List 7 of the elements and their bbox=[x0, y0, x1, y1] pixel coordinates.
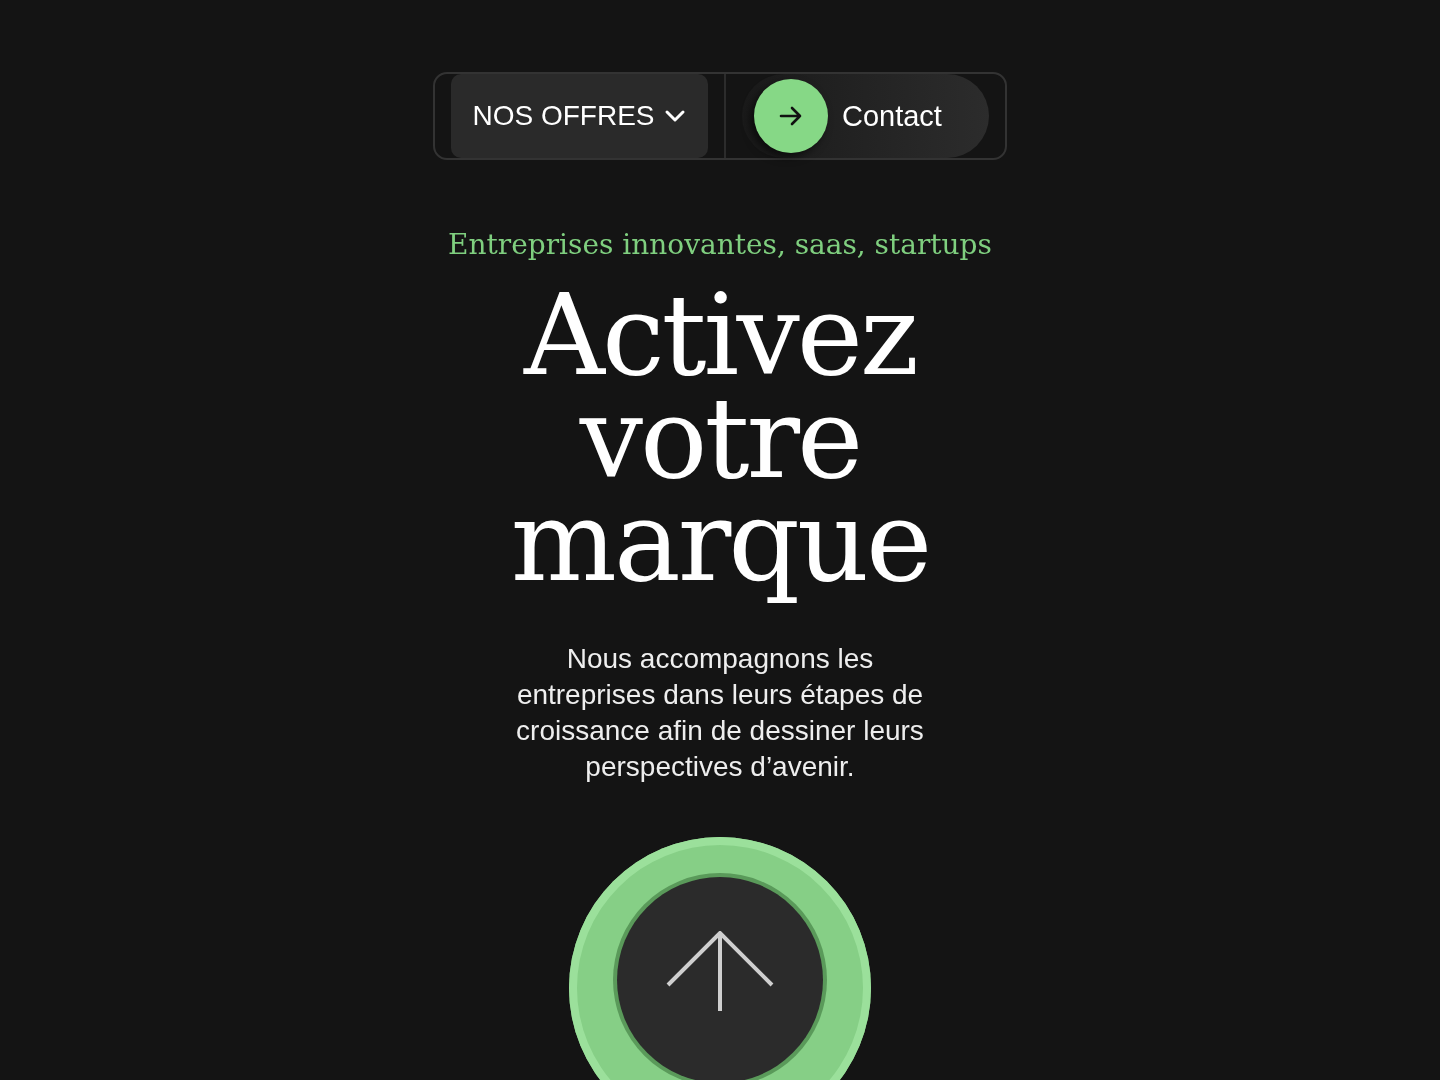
offers-menu-button[interactable]: NOS OFFRES bbox=[451, 74, 708, 158]
arrow-up-icon bbox=[664, 931, 776, 1011]
arrow-right-icon bbox=[753, 79, 828, 153]
contact-button[interactable]: Contact bbox=[741, 74, 989, 158]
description: Nous accompagnons les entreprises dans leurs étapes de croissance afin de dessiner leurs perspectives d’avenir. bbox=[515, 642, 925, 784]
tagline: Entreprises innovantes, saas, startups bbox=[448, 228, 992, 261]
chevron-down-icon bbox=[664, 109, 687, 123]
